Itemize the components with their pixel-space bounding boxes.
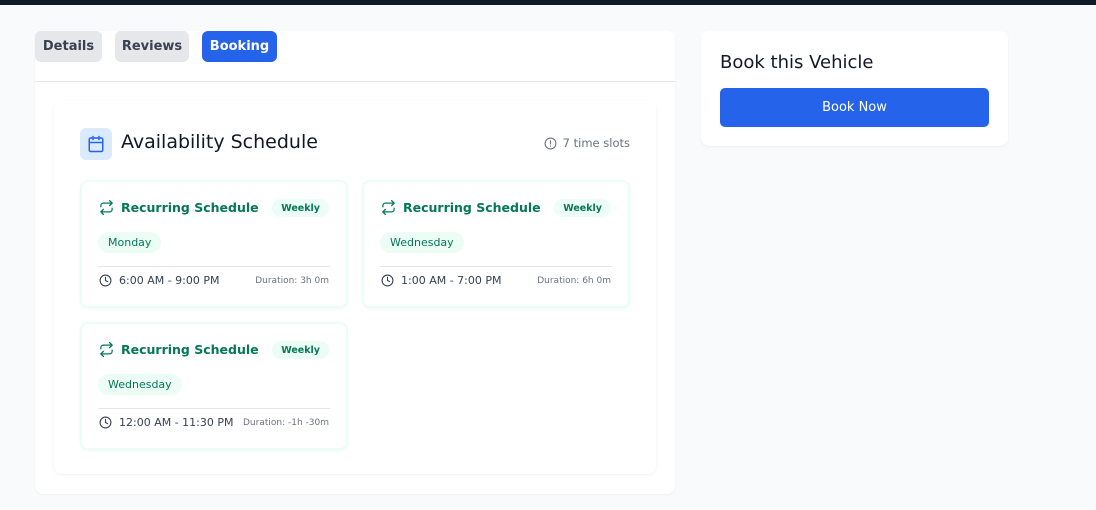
divider <box>98 408 330 409</box>
top-bar <box>0 0 1096 5</box>
repeat-icon <box>99 342 114 357</box>
tab-reviews[interactable]: Reviews <box>115 31 189 62</box>
schedule-title: Availability Schedule <box>121 131 318 153</box>
day-chip: Wednesday <box>98 374 182 395</box>
clock-icon <box>99 274 112 287</box>
calendar-icon <box>80 128 112 160</box>
slot-title: Recurring Schedule <box>121 342 259 357</box>
duration-label: Duration: -1h -30m <box>243 418 329 428</box>
time-range: 1:00 AM - 7:00 PM <box>381 274 502 287</box>
clock-icon <box>381 274 394 287</box>
time-range-text: 12:00 AM - 11:30 PM <box>119 416 234 429</box>
time-range-text: 6:00 AM - 9:00 PM <box>119 274 220 287</box>
slot-heading: Recurring Schedule <box>381 200 541 215</box>
day-chip: Monday <box>98 232 162 253</box>
duration-label: Duration: 6h 0m <box>537 276 611 286</box>
time-range: 12:00 AM - 11:30 PM <box>99 416 234 429</box>
time-range-text: 1:00 AM - 7:00 PM <box>401 274 502 287</box>
tab-booking[interactable]: Booking <box>202 31 277 62</box>
slot-count: 7 time slots <box>544 136 630 150</box>
book-now-button[interactable]: Book Now <box>720 88 989 127</box>
tab-bar: Details Reviews Booking <box>35 31 675 82</box>
frequency-badge: Weekly <box>272 341 329 359</box>
availability-schedule-card: Availability Schedule 7 time slots Recur… <box>54 101 656 474</box>
day-chip: Wednesday <box>380 232 464 253</box>
vehicle-info-panel: Details Reviews Booking Availability Sch… <box>35 31 675 494</box>
booking-panel: Book this Vehicle Book Now <box>701 31 1008 146</box>
frequency-badge: Weekly <box>554 199 611 217</box>
info-icon <box>544 137 557 150</box>
booking-title: Book this Vehicle <box>720 52 874 73</box>
repeat-icon <box>99 200 114 215</box>
frequency-badge: Weekly <box>272 199 329 217</box>
divider <box>380 266 612 267</box>
clock-icon <box>99 416 112 429</box>
divider <box>98 266 330 267</box>
tab-details[interactable]: Details <box>35 31 102 62</box>
slot-title: Recurring Schedule <box>403 200 541 215</box>
slot-heading: Recurring Schedule <box>99 200 259 215</box>
slot-count-label: 7 time slots <box>562 136 630 150</box>
schedule-slot-card: Recurring Schedule Weekly Monday 6:00 AM… <box>80 180 348 308</box>
time-range: 6:00 AM - 9:00 PM <box>99 274 220 287</box>
repeat-icon <box>381 200 396 215</box>
duration-label: Duration: 3h 0m <box>255 276 329 286</box>
slot-title: Recurring Schedule <box>121 200 259 215</box>
schedule-slot-card: Recurring Schedule Weekly Wednesday 12:0… <box>80 322 348 450</box>
schedule-header: Availability Schedule 7 time slots <box>80 128 630 160</box>
slot-heading: Recurring Schedule <box>99 342 259 357</box>
schedule-slot-card: Recurring Schedule Weekly Wednesday 1:00… <box>362 180 630 308</box>
